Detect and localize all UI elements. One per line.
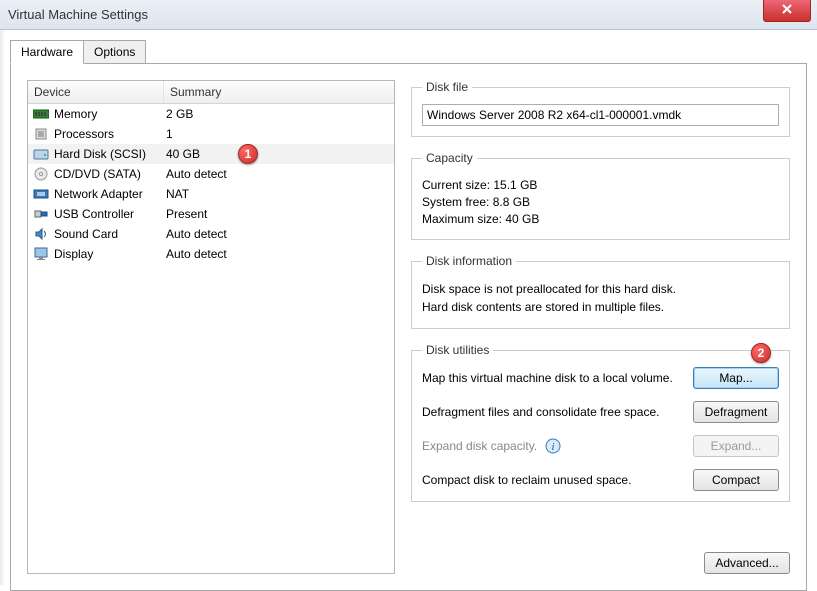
content-area: Hardware Options Device Summary Memory 2… xyxy=(0,30,817,591)
titlebar[interactable]: Virtual Machine Settings xyxy=(0,0,817,30)
callout-2: 2 xyxy=(751,343,771,363)
device-summary: 2 GB xyxy=(164,107,390,121)
device-row-network[interactable]: Network Adapter NAT xyxy=(28,184,394,204)
capacity-current-row: Current size: 15.1 GB xyxy=(422,178,779,192)
disk-utilities-group: Disk utilities Map this virtual machine … xyxy=(411,343,790,502)
device-label: Hard Disk (SCSI) xyxy=(54,147,146,161)
nic-icon xyxy=(32,186,50,202)
settings-window: Virtual Machine Settings Hardware Option… xyxy=(0,0,817,585)
device-summary: Auto detect xyxy=(164,227,390,241)
capacity-free-row: System free: 8.8 GB xyxy=(422,195,779,209)
device-summary: 40 GB xyxy=(164,147,390,161)
capacity-free-label: System free: xyxy=(422,195,489,209)
window-title: Virtual Machine Settings xyxy=(8,7,148,22)
device-label: CD/DVD (SATA) xyxy=(54,167,141,181)
util-row-defrag: Defragment files and consolidate free sp… xyxy=(422,401,779,423)
advanced-row: Advanced... xyxy=(411,552,790,574)
disk-utilities-legend: Disk utilities xyxy=(422,343,493,357)
info-icon[interactable]: i xyxy=(545,438,561,454)
cd-icon xyxy=(32,166,50,182)
util-map-text: Map this virtual machine disk to a local… xyxy=(422,370,683,387)
device-label: Sound Card xyxy=(54,227,118,241)
device-summary: Present xyxy=(164,207,390,221)
background-app-title xyxy=(178,7,763,22)
callout-1: 1 xyxy=(238,144,258,164)
util-expand-label: Expand disk capacity. xyxy=(422,439,537,453)
device-row-display[interactable]: Display Auto detect xyxy=(28,244,394,264)
svg-text:i: i xyxy=(551,441,554,453)
device-label: Processors xyxy=(54,127,114,141)
map-button[interactable]: Map... xyxy=(693,367,779,389)
device-detail-column: Disk file Capacity Current size: 15.1 GB… xyxy=(411,80,790,574)
disk-file-input[interactable] xyxy=(422,104,779,126)
expand-button: Expand... xyxy=(693,435,779,457)
util-row-expand: Expand disk capacity. i Expand... xyxy=(422,435,779,457)
sound-icon xyxy=(32,226,50,242)
advanced-button[interactable]: Advanced... xyxy=(704,552,790,574)
device-row-usb[interactable]: USB Controller Present xyxy=(28,204,394,224)
capacity-max-label: Maximum size: xyxy=(422,212,502,226)
util-row-map: Map this virtual machine disk to a local… xyxy=(422,367,779,389)
device-summary: Auto detect xyxy=(164,167,390,181)
device-label: Display xyxy=(54,247,93,261)
hdd-icon xyxy=(32,146,50,162)
tab-strip: Hardware Options xyxy=(10,40,807,64)
close-icon xyxy=(781,3,793,15)
util-expand-text: Expand disk capacity. i xyxy=(422,438,683,455)
device-label: USB Controller xyxy=(54,207,134,221)
util-row-compact: Compact disk to reclaim unused space. Co… xyxy=(422,469,779,491)
capacity-group: Capacity Current size: 15.1 GB System fr… xyxy=(411,151,790,240)
device-row-cddvd[interactable]: CD/DVD (SATA) Auto detect xyxy=(28,164,394,184)
capacity-free-value: 8.8 GB xyxy=(493,195,530,209)
disk-info-legend: Disk information xyxy=(422,254,516,268)
device-summary: NAT xyxy=(164,187,390,201)
capacity-current-value: 15.1 GB xyxy=(493,178,537,192)
usb-icon xyxy=(32,206,50,222)
header-summary[interactable]: Summary xyxy=(164,81,394,103)
disk-info-line2: Hard disk contents are stored in multipl… xyxy=(422,300,779,314)
tab-panel-hardware: Device Summary Memory 2 GB Proces xyxy=(10,63,807,591)
display-icon xyxy=(32,246,50,262)
device-label: Memory xyxy=(54,107,97,121)
cpu-icon xyxy=(32,126,50,142)
window-left-shadow xyxy=(0,30,5,585)
device-summary: Auto detect xyxy=(164,247,390,261)
device-row-memory[interactable]: Memory 2 GB xyxy=(28,104,394,124)
capacity-max-value: 40 GB xyxy=(505,212,539,226)
tab-options[interactable]: Options xyxy=(83,40,146,64)
memory-icon xyxy=(32,106,50,122)
device-row-processors[interactable]: Processors 1 xyxy=(28,124,394,144)
defragment-button[interactable]: Defragment xyxy=(693,401,779,423)
tab-hardware[interactable]: Hardware xyxy=(10,40,84,64)
util-compact-text: Compact disk to reclaim unused space. xyxy=(422,472,683,489)
device-label: Network Adapter xyxy=(54,187,143,201)
capacity-max-row: Maximum size: 40 GB xyxy=(422,212,779,226)
device-table-header: Device Summary xyxy=(28,81,394,104)
disk-info-line1: Disk space is not preallocated for this … xyxy=(422,282,779,296)
header-device[interactable]: Device xyxy=(28,81,164,103)
disk-file-legend: Disk file xyxy=(422,80,472,94)
device-row-sound[interactable]: Sound Card Auto detect xyxy=(28,224,394,244)
disk-info-group: Disk information Disk space is not preal… xyxy=(411,254,790,329)
util-defrag-text: Defragment files and consolidate free sp… xyxy=(422,404,683,421)
capacity-current-label: Current size: xyxy=(422,178,490,192)
close-button[interactable] xyxy=(763,0,811,22)
device-summary: 1 xyxy=(164,127,390,141)
device-row-harddisk[interactable]: Hard Disk (SCSI) 40 GB 1 xyxy=(28,144,394,164)
capacity-legend: Capacity xyxy=(422,151,477,165)
disk-file-group: Disk file xyxy=(411,80,790,137)
compact-button[interactable]: Compact xyxy=(693,469,779,491)
device-table: Device Summary Memory 2 GB Proces xyxy=(27,80,395,574)
device-list-column: Device Summary Memory 2 GB Proces xyxy=(27,80,395,574)
